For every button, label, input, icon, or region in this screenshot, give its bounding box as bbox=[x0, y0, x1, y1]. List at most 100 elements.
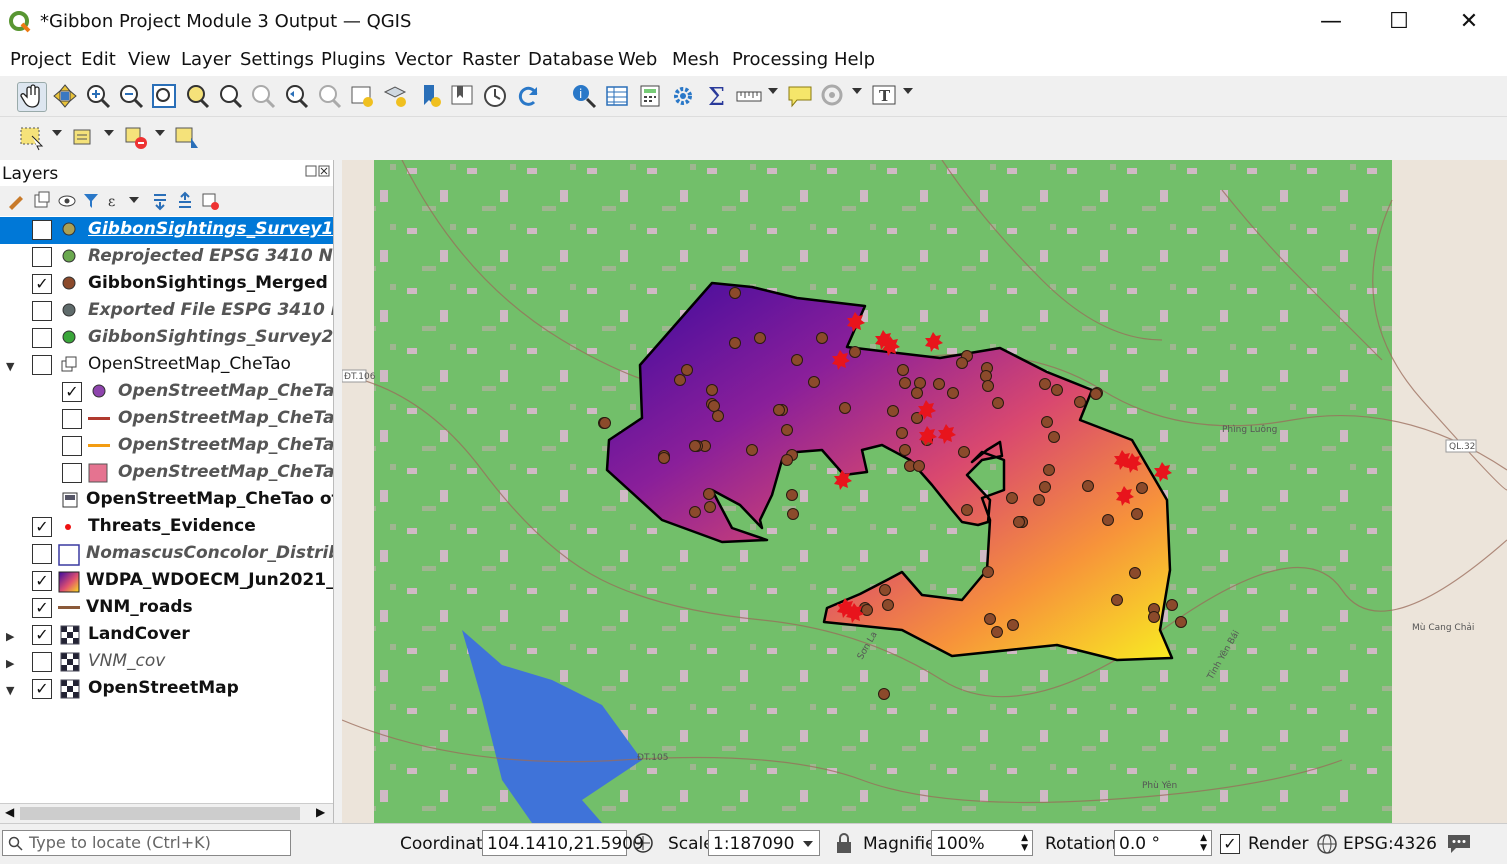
gibbon-sighting-point[interactable] bbox=[746, 444, 758, 456]
layer-row-vnm-roads[interactable]: ✓ VNM_roads bbox=[0, 595, 333, 622]
scrollbar-thumb[interactable] bbox=[20, 807, 300, 820]
layer-row-gibbonsightings-merged[interactable]: ✓ GibbonSightings_Merged bbox=[0, 271, 333, 298]
layer-visibility-checkbox[interactable]: ✓ bbox=[32, 679, 52, 699]
layer-row-osm-chetao-other[interactable]: OpenStreetMap_CheTao othe bbox=[0, 487, 333, 514]
select-value-dropdown-arrow[interactable] bbox=[104, 130, 114, 136]
menu-mesh[interactable]: Mesh bbox=[672, 49, 719, 70]
gibbon-sighting-point[interactable] bbox=[599, 417, 611, 429]
layer-row-nomascus-distribution[interactable]: NomascusConcolor_Distributi bbox=[0, 541, 333, 568]
expand-all-icon[interactable] bbox=[150, 191, 170, 211]
layer-row-wdpa[interactable]: ✓ WDPA_WDOECM_Jun2021_Pu bbox=[0, 568, 333, 595]
annotation-tool-button[interactable] bbox=[819, 82, 847, 110]
locator-search-box[interactable]: Type to locate (Ctrl+K) bbox=[2, 830, 291, 856]
layer-visibility-checkbox[interactable] bbox=[32, 652, 52, 672]
layer-row-osm-chetao-multilines[interactable]: OpenStreetMap_CheTao m bbox=[0, 433, 333, 460]
field-calculator-button[interactable] bbox=[636, 82, 664, 110]
layer-visibility-checkbox[interactable] bbox=[32, 301, 52, 321]
scale-dropdown-arrow[interactable] bbox=[803, 841, 813, 847]
text-annotation-button[interactable]: T bbox=[870, 82, 898, 110]
expand-arrow-icon[interactable]: ▶ bbox=[6, 657, 14, 670]
map-svg[interactable]: ĐT.106 QL.32 Mù Cang Chải ĐT.105 Tỉnh Yê… bbox=[342, 160, 1507, 823]
gibbon-sighting-point[interactable] bbox=[1039, 481, 1051, 493]
gibbon-sighting-point[interactable] bbox=[980, 370, 992, 382]
select-by-location-button[interactable] bbox=[173, 124, 201, 152]
gibbon-sighting-point[interactable] bbox=[773, 404, 785, 416]
layer-visibility-checkbox[interactable] bbox=[32, 247, 52, 267]
remove-layer-icon[interactable] bbox=[200, 191, 220, 211]
menu-database[interactable]: Database bbox=[528, 49, 614, 70]
zoom-to-selection-button[interactable] bbox=[183, 82, 211, 110]
pan-to-selection-button[interactable] bbox=[51, 82, 79, 110]
layer-visibility-checkbox[interactable]: ✓ bbox=[32, 598, 52, 618]
pan-tool-button[interactable] bbox=[17, 82, 47, 112]
layer-row-landcover[interactable]: ▶ ✓ LandCover bbox=[0, 622, 333, 649]
gibbon-sighting-point[interactable] bbox=[882, 599, 894, 611]
layer-visibility-checkbox[interactable]: ✓ bbox=[32, 571, 52, 591]
statistics-button[interactable]: Σ bbox=[702, 82, 730, 111]
layer-row-gibbonsightings-survey1[interactable]: GibbonSightings_Survey1 bbox=[0, 217, 333, 244]
close-button[interactable]: ✕ bbox=[1434, 0, 1504, 44]
gibbon-sighting-point[interactable] bbox=[706, 384, 718, 396]
select-by-value-button[interactable] bbox=[70, 124, 98, 152]
gibbon-sighting-point[interactable] bbox=[961, 504, 973, 516]
gibbon-sighting-point[interactable] bbox=[1013, 516, 1025, 528]
layer-visibility-checkbox[interactable]: ✓ bbox=[32, 625, 52, 645]
gibbon-sighting-point[interactable] bbox=[816, 332, 828, 344]
gibbon-sighting-point[interactable] bbox=[849, 346, 861, 358]
filter-icon[interactable] bbox=[82, 191, 100, 211]
gibbon-sighting-point[interactable] bbox=[1051, 384, 1063, 396]
map-canvas[interactable]: ĐT.106 QL.32 Mù Cang Chải ĐT.105 Tỉnh Yê… bbox=[342, 160, 1507, 823]
deselect-dropdown-arrow[interactable] bbox=[155, 130, 165, 136]
gibbon-sighting-point[interactable] bbox=[1048, 431, 1060, 443]
zoom-in-button[interactable] bbox=[84, 82, 112, 110]
gibbon-sighting-point[interactable] bbox=[887, 405, 899, 417]
layer-row-openstreetmap[interactable]: ▼ ✓ OpenStreetMap bbox=[0, 676, 333, 703]
zoom-last-button[interactable] bbox=[282, 82, 310, 110]
gibbon-sighting-point[interactable] bbox=[781, 454, 793, 466]
menu-raster[interactable]: Raster bbox=[462, 49, 520, 70]
temporal-controller-button[interactable] bbox=[481, 82, 509, 110]
magnifier-spinbox[interactable]: 100% ▲ ▼ bbox=[931, 830, 1033, 856]
gibbon-sighting-point[interactable] bbox=[708, 400, 720, 412]
gibbon-sighting-point[interactable] bbox=[781, 424, 793, 436]
gibbon-sighting-point[interactable] bbox=[958, 446, 970, 458]
gibbon-sighting-point[interactable] bbox=[878, 688, 890, 700]
text-annotation-dropdown-arrow[interactable] bbox=[903, 88, 913, 94]
gibbon-sighting-point[interactable] bbox=[896, 427, 908, 439]
gibbon-sighting-point[interactable] bbox=[1039, 378, 1051, 390]
layer-visibility-checkbox[interactable] bbox=[62, 409, 82, 429]
measure-line-button[interactable] bbox=[735, 82, 763, 110]
gibbon-sighting-point[interactable] bbox=[1082, 480, 1094, 492]
zoom-next-button[interactable] bbox=[315, 82, 343, 110]
identify-features-button[interactable]: i bbox=[570, 82, 598, 110]
collapse-arrow-icon[interactable]: ▼ bbox=[6, 684, 14, 697]
menu-edit[interactable]: Edit bbox=[81, 49, 116, 70]
rotation-spinbox[interactable]: 0.0 ° ▲ ▼ bbox=[1114, 830, 1212, 856]
gibbon-sighting-point[interactable] bbox=[992, 397, 1004, 409]
gibbon-sighting-point[interactable] bbox=[956, 357, 968, 369]
menu-project[interactable]: Project bbox=[10, 49, 72, 70]
gibbon-sighting-point[interactable] bbox=[1166, 599, 1178, 611]
layer-visibility-checkbox[interactable] bbox=[62, 463, 82, 483]
layer-visibility-checkbox[interactable]: ✓ bbox=[32, 517, 52, 537]
layer-visibility-checkbox[interactable] bbox=[32, 328, 52, 348]
deselect-features-button[interactable] bbox=[122, 124, 150, 152]
menu-plugins[interactable]: Plugins bbox=[321, 49, 385, 70]
layer-visibility-checkbox[interactable] bbox=[32, 544, 52, 564]
select-dropdown-arrow[interactable] bbox=[52, 130, 62, 136]
eye-icon[interactable] bbox=[57, 191, 77, 211]
minimize-button[interactable]: — bbox=[1296, 0, 1366, 44]
new-3d-view-button[interactable] bbox=[381, 82, 409, 110]
gibbon-sighting-point[interactable] bbox=[899, 377, 911, 389]
maximize-button[interactable]: ☐ bbox=[1364, 0, 1434, 44]
gibbon-sighting-point[interactable] bbox=[1090, 388, 1102, 400]
scale-combobox[interactable]: 1:187090 bbox=[708, 830, 820, 856]
layer-row-exported-file[interactable]: Exported File ESPG 3410 NSIDC bbox=[0, 298, 333, 325]
gibbon-sighting-point[interactable] bbox=[1102, 514, 1114, 526]
layer-row-vnm-cov[interactable]: ▶ VNM_cov bbox=[0, 649, 333, 676]
zoom-native-button[interactable] bbox=[249, 82, 277, 110]
new-bookmark-button[interactable] bbox=[416, 82, 444, 110]
gibbon-sighting-point[interactable] bbox=[897, 364, 909, 376]
gibbon-sighting-point[interactable] bbox=[689, 440, 701, 452]
gibbon-sighting-point[interactable] bbox=[947, 387, 959, 399]
